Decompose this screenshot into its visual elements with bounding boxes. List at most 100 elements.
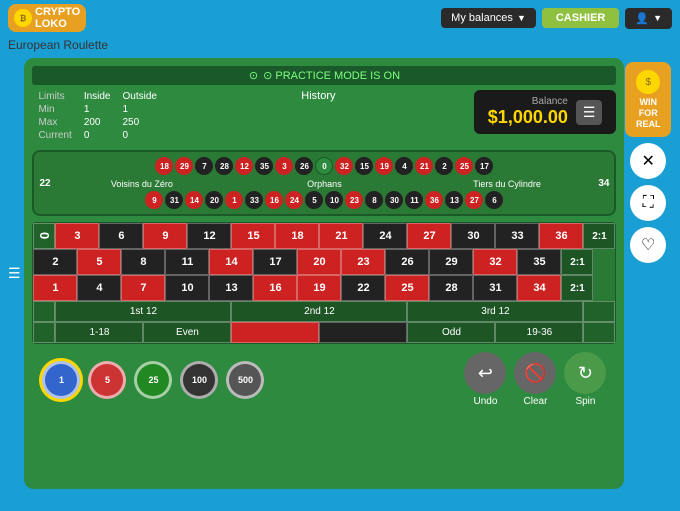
wheel-num-36[interactable]: 36 xyxy=(425,191,443,209)
num-8[interactable]: 8 xyxy=(121,249,165,275)
num-1[interactable]: 1 xyxy=(33,275,77,301)
first-dozen[interactable]: 1st 12 xyxy=(55,301,231,322)
voisins-label[interactable]: Voisins du Zéro xyxy=(51,179,234,189)
num-26[interactable]: 26 xyxy=(385,249,429,275)
num-18[interactable]: 18 xyxy=(275,223,319,249)
num-11[interactable]: 11 xyxy=(165,249,209,275)
zero-cell[interactable]: 0 xyxy=(33,223,55,249)
chip-5[interactable]: 5 xyxy=(88,361,126,399)
chip-500[interactable]: 500 xyxy=(226,361,264,399)
wheel-num-5[interactable]: 5 xyxy=(305,191,323,209)
favorite-button[interactable]: ♡ xyxy=(630,227,666,263)
num-30[interactable]: 30 xyxy=(451,223,495,249)
wheel-num-15[interactable]: 15 xyxy=(355,157,373,175)
outside-2to1-bot[interactable]: 2:1 xyxy=(561,275,593,301)
wheel-num-33[interactable]: 33 xyxy=(245,191,263,209)
wheel-num-25[interactable]: 25 xyxy=(455,157,473,175)
wheel-num-23[interactable]: 23 xyxy=(345,191,363,209)
second-dozen[interactable]: 2nd 12 xyxy=(231,301,407,322)
num-36[interactable]: 36 xyxy=(539,223,583,249)
bet-red[interactable] xyxy=(231,322,319,343)
tiers-label[interactable]: Tiers du Cylindre xyxy=(416,179,599,189)
chip-1[interactable]: 1 xyxy=(42,361,80,399)
num-6[interactable]: 6 xyxy=(99,223,143,249)
undo-button[interactable]: ↩ xyxy=(464,352,506,394)
wheel-num-8[interactable]: 8 xyxy=(365,191,383,209)
win-for-real-button[interactable]: $ WIN FOR REAL xyxy=(625,62,671,137)
wheel-num-13[interactable]: 13 xyxy=(445,191,463,209)
chip-25[interactable]: 25 xyxy=(134,361,172,399)
wheel-num-12[interactable]: 12 xyxy=(235,157,253,175)
wheel-num-2[interactable]: 2 xyxy=(435,157,453,175)
wheel-num-3[interactable]: 3 xyxy=(275,157,293,175)
num-29[interactable]: 29 xyxy=(429,249,473,275)
wheel-num-27[interactable]: 27 xyxy=(465,191,483,209)
wheel-num-31[interactable]: 31 xyxy=(165,191,183,209)
menu-icon[interactable]: ☰ xyxy=(8,265,24,282)
num-23[interactable]: 23 xyxy=(341,249,385,275)
num-3[interactable]: 3 xyxy=(55,223,99,249)
num-10[interactable]: 10 xyxy=(165,275,209,301)
num-35[interactable]: 35 xyxy=(517,249,561,275)
wheel-num-16[interactable]: 16 xyxy=(265,191,283,209)
wheel-num-10[interactable]: 10 xyxy=(325,191,343,209)
wheel-num-29[interactable]: 29 xyxy=(175,157,193,175)
num-14[interactable]: 14 xyxy=(209,249,253,275)
num-4[interactable]: 4 xyxy=(77,275,121,301)
bet-odd[interactable]: Odd xyxy=(407,322,495,343)
bet-19-36[interactable]: 19-36 xyxy=(495,322,583,343)
bet-even[interactable]: Even xyxy=(143,322,231,343)
wheel-num-4[interactable]: 4 xyxy=(395,157,413,175)
spin-button[interactable]: ↻ xyxy=(564,352,606,394)
wheel-num-14[interactable]: 14 xyxy=(185,191,203,209)
wheel-num-24[interactable]: 24 xyxy=(285,191,303,209)
num-25[interactable]: 25 xyxy=(385,275,429,301)
num-5[interactable]: 5 xyxy=(77,249,121,275)
wheel-num-6[interactable]: 6 xyxy=(485,191,503,209)
num-17[interactable]: 17 xyxy=(253,249,297,275)
my-balances-button[interactable]: My balances ▼ xyxy=(441,8,536,28)
cashier-button[interactable]: CASHIER xyxy=(542,8,620,28)
wheel-num-17[interactable]: 17 xyxy=(475,157,493,175)
num-19[interactable]: 19 xyxy=(297,275,341,301)
num-16[interactable]: 16 xyxy=(253,275,297,301)
close-button[interactable]: ✕ xyxy=(630,143,666,179)
bet-1-18[interactable]: 1-18 xyxy=(55,322,143,343)
third-dozen[interactable]: 3rd 12 xyxy=(407,301,583,322)
num-2[interactable]: 2 xyxy=(33,249,77,275)
wheel-num-11[interactable]: 11 xyxy=(405,191,423,209)
wheel-num-20[interactable]: 20 xyxy=(205,191,223,209)
wheel-num-21[interactable]: 21 xyxy=(415,157,433,175)
num-13[interactable]: 13 xyxy=(209,275,253,301)
outside-2to1-mid[interactable]: 2:1 xyxy=(561,249,593,275)
wheel-num-1[interactable]: 1 xyxy=(225,191,243,209)
wheel-num-30[interactable]: 30 xyxy=(385,191,403,209)
menu-button[interactable]: ☰ xyxy=(576,100,603,125)
num-21[interactable]: 21 xyxy=(319,223,363,249)
wheel-num-7[interactable]: 7 xyxy=(195,157,213,175)
wheel-num-0[interactable]: 0 xyxy=(315,157,333,175)
num-7[interactable]: 7 xyxy=(121,275,165,301)
clear-button[interactable]: 🚫 xyxy=(514,352,556,394)
wheel-num-26[interactable]: 26 xyxy=(295,157,313,175)
wheel-num-32[interactable]: 32 xyxy=(335,157,353,175)
wheel-num-19[interactable]: 19 xyxy=(375,157,393,175)
num-24[interactable]: 24 xyxy=(363,223,407,249)
num-33[interactable]: 33 xyxy=(495,223,539,249)
wheel-num-28[interactable]: 28 xyxy=(215,157,233,175)
num-32[interactable]: 32 xyxy=(473,249,517,275)
num-34[interactable]: 34 xyxy=(517,275,561,301)
num-12[interactable]: 12 xyxy=(187,223,231,249)
profile-button[interactable]: 👤 ▼ xyxy=(625,8,672,29)
num-20[interactable]: 20 xyxy=(297,249,341,275)
wheel-num-18[interactable]: 18 xyxy=(155,157,173,175)
chip-100[interactable]: 100 xyxy=(180,361,218,399)
bet-black[interactable] xyxy=(319,322,407,343)
wheel-num-35[interactable]: 35 xyxy=(255,157,273,175)
wheel-num-9[interactable]: 9 xyxy=(145,191,163,209)
outside-2to1-top[interactable]: 2:1 xyxy=(583,223,615,249)
num-9[interactable]: 9 xyxy=(143,223,187,249)
expand-button[interactable]: ⛶ xyxy=(630,185,666,221)
num-31[interactable]: 31 xyxy=(473,275,517,301)
num-27[interactable]: 27 xyxy=(407,223,451,249)
